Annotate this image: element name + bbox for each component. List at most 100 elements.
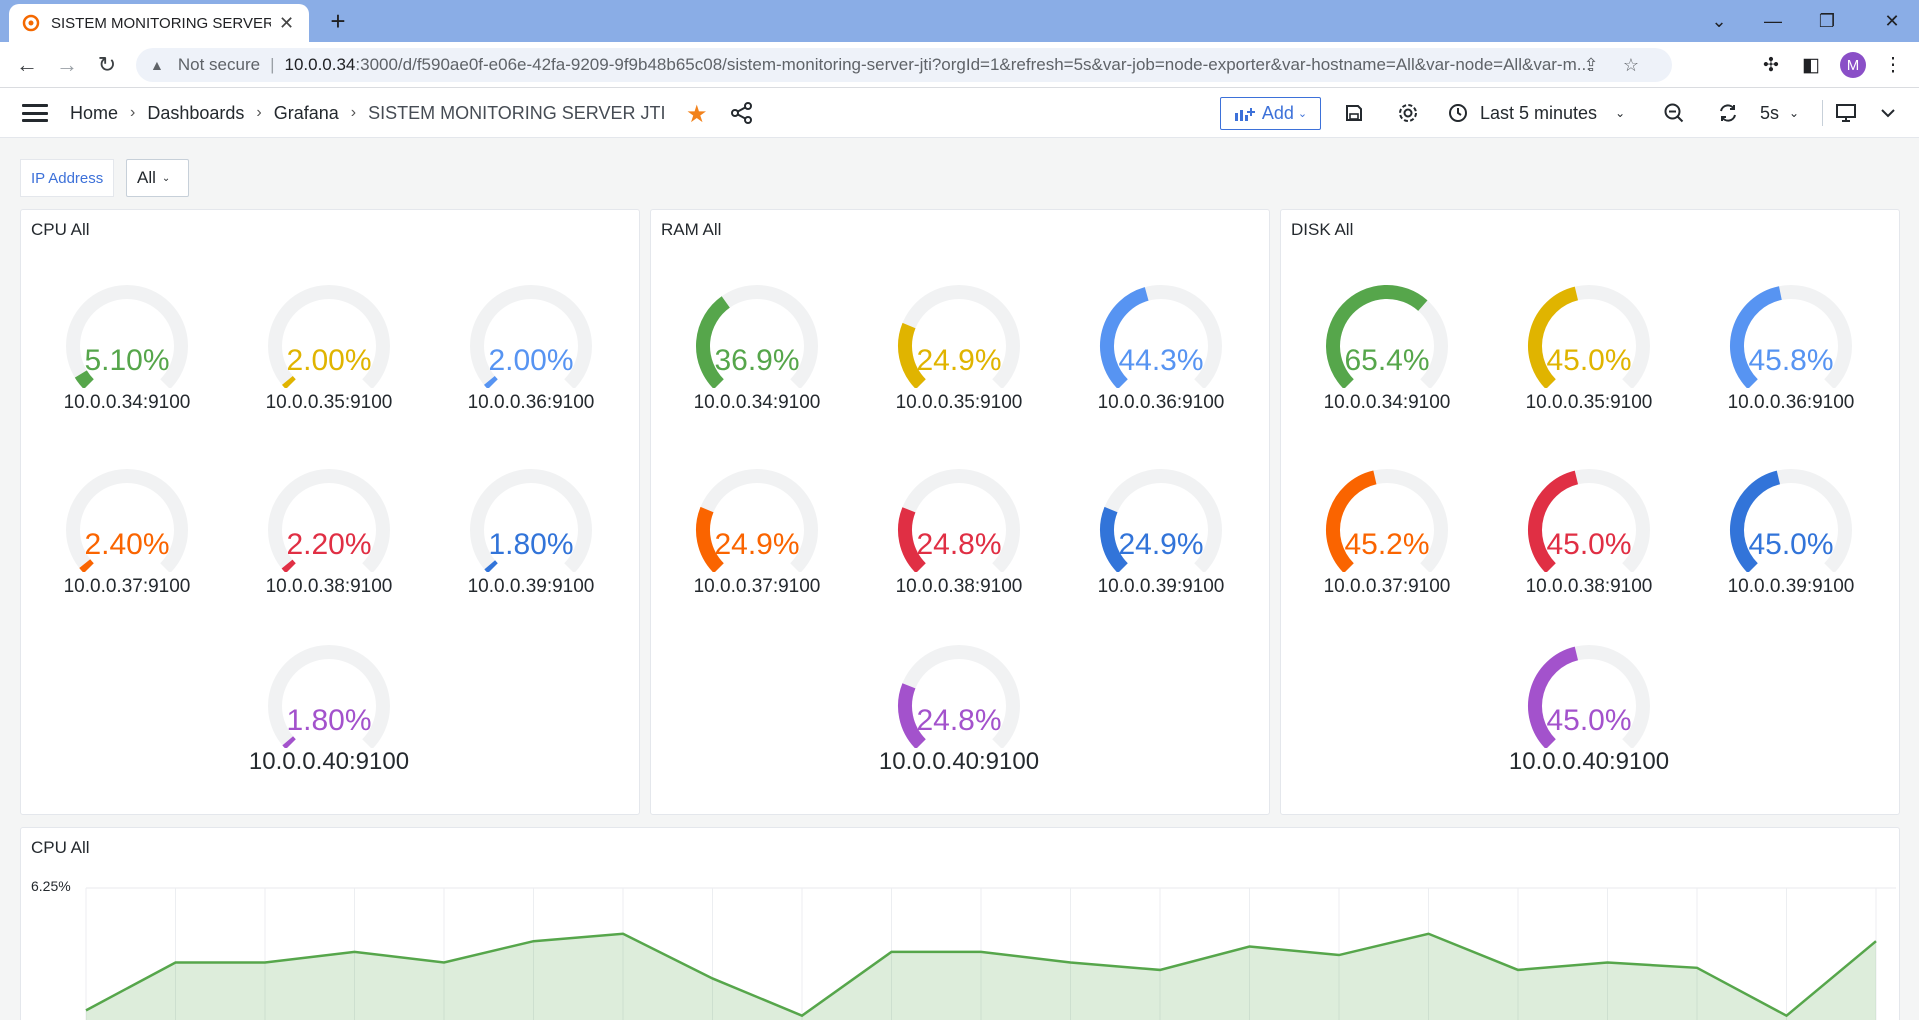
gauge-value: 45.2%: [1344, 528, 1430, 561]
menu-icon[interactable]: [22, 101, 48, 125]
panel-title: DISK All: [1291, 220, 1354, 239]
breadcrumb-grafana[interactable]: Grafana: [274, 103, 339, 124]
gauge-host-label: 10.0.0.37:9100: [693, 576, 821, 597]
new-tab-icon[interactable]: +: [322, 5, 354, 37]
reload-icon[interactable]: ↻: [92, 50, 122, 80]
gauge-cpu-5: 01002.20%10.0.0.38:9100: [228, 462, 430, 597]
share-page-icon[interactable]: ⇪: [1576, 48, 1606, 82]
gauge-disk-2: 010045.0%10.0.0.35:9100: [1488, 278, 1690, 413]
forward-icon[interactable]: →: [52, 50, 82, 80]
gauge-ram-3: 010044.3%10.0.0.36:9100: [1060, 278, 1262, 413]
bookmark-star-icon[interactable]: ☆: [1616, 48, 1646, 82]
gauge-value: 45.0%: [1748, 528, 1834, 561]
time-range-picker[interactable]: Last 5 minutes ⌄: [1448, 88, 1625, 138]
gauge-value: 2.00%: [488, 344, 574, 377]
gauge-host-label: 10.0.0.36:9100: [467, 392, 595, 413]
gauge-fill: [484, 560, 498, 572]
gauge-host-label: 10.0.0.38:9100: [1525, 576, 1653, 597]
tv-mode-icon[interactable]: [1832, 99, 1860, 127]
favorite-star-icon[interactable]: ★: [686, 100, 708, 129]
gauge-ram-6: 010024.9%10.0.0.39:9100: [1060, 462, 1262, 597]
gauge-host-label: 10.0.0.40:9100: [248, 748, 410, 775]
gauge-host-label: 10.0.0.39:9100: [1727, 576, 1855, 597]
address-bar[interactable]: ▲ Not secure | 10.0.0.34:3000/d/f590ae0f…: [136, 48, 1672, 82]
gauge-cpu-4: 01002.40%10.0.0.37:9100: [26, 462, 228, 597]
refresh-interval-select[interactable]: 5s ⌄: [1760, 88, 1799, 138]
gauge-host-label: 10.0.0.39:9100: [467, 576, 595, 597]
gauge-cpu-2: 01002.00%10.0.0.35:9100: [228, 278, 430, 413]
gauge-fill: [281, 559, 296, 572]
gauge-host-label: 10.0.0.38:9100: [265, 576, 393, 597]
gauge-ram-7: 010024.8%10.0.0.40:9100: [858, 638, 1060, 775]
add-button[interactable]: Add ⌄: [1220, 97, 1321, 130]
save-icon[interactable]: [1340, 99, 1368, 127]
extensions-icon[interactable]: ✣: [1756, 50, 1786, 80]
gauge-cpu-3: 01002.00%10.0.0.36:9100: [430, 278, 632, 413]
not-secure-label: Not secure: [177, 55, 261, 74]
ip-address-variable-select[interactable]: All ⌄: [126, 159, 189, 197]
gauge-host-label: 10.0.0.37:9100: [63, 576, 191, 597]
gauge-value: 45.0%: [1546, 344, 1632, 377]
back-icon[interactable]: ←: [12, 50, 42, 80]
ip-address-variable-label: IP Address: [20, 159, 115, 197]
cpu-gauge-panel: CPU All 01005.10%10.0.0.34:910001002.00%…: [20, 209, 640, 815]
profile-avatar[interactable]: M: [1840, 52, 1866, 78]
warning-icon[interactable]: ▲: [150, 57, 164, 73]
gauge-value: 44.3%: [1118, 344, 1204, 377]
sidepanel-icon[interactable]: ◧: [1796, 50, 1826, 80]
gauge-value: 45.8%: [1748, 344, 1834, 377]
ip-address-value: All: [137, 168, 156, 187]
browser-tab[interactable]: SISTEM MONITORING SERVER JTI ✕: [9, 4, 309, 42]
gauge-cpu-7: 01001.80%10.0.0.40:9100: [228, 638, 430, 775]
restore-icon[interactable]: ❐: [1800, 0, 1854, 42]
minimize-icon[interactable]: —: [1746, 0, 1800, 42]
gauge-host-label: 10.0.0.38:9100: [895, 576, 1023, 597]
gauge-host-label: 10.0.0.35:9100: [1525, 392, 1653, 413]
gauge-ram-5: 010024.8%10.0.0.38:9100: [858, 462, 1060, 597]
gauge-host-label: 10.0.0.35:9100: [895, 392, 1023, 413]
url-text: 10.0.0.34:3000/d/f590ae0f-e06e-42fa-9209…: [284, 55, 1591, 74]
window-close-icon[interactable]: ✕: [1865, 0, 1919, 42]
settings-gear-icon[interactable]: [1394, 99, 1422, 127]
chevron-down-icon: ⌄: [161, 172, 171, 184]
gauge-value: 24.9%: [1118, 528, 1204, 561]
panel-title: RAM All: [661, 220, 722, 239]
cpu-timeseries-panel: CPU All 6.25%: [20, 827, 1900, 1020]
gauge-host-label: 10.0.0.34:9100: [693, 392, 821, 413]
gauge-value: 45.0%: [1546, 704, 1632, 737]
gauge-value: 1.80%: [286, 704, 372, 737]
gauge-fill: [79, 559, 94, 572]
chevron-down-icon: ⌄: [1297, 108, 1308, 120]
gauge-value: 24.8%: [916, 704, 1002, 737]
breadcrumb-home[interactable]: Home: [70, 103, 118, 124]
refresh-icon[interactable]: [1714, 99, 1742, 127]
gauge-host-label: 10.0.0.36:9100: [1097, 392, 1225, 413]
gauge-ram-4: 010024.9%10.0.0.37:9100: [656, 462, 858, 597]
gauge-host-label: 10.0.0.35:9100: [265, 392, 393, 413]
gauge-host-label: 10.0.0.40:9100: [878, 748, 1040, 775]
tab-close-icon[interactable]: ✕: [279, 13, 294, 34]
share-icon[interactable]: [728, 99, 756, 127]
gauge-cpu-6: 01001.80%10.0.0.39:9100: [430, 462, 632, 597]
zoom-out-icon[interactable]: [1660, 99, 1688, 127]
tab-title: SISTEM MONITORING SERVER JTI: [51, 14, 271, 32]
chrome-menu-icon[interactable]: ⋮: [1878, 50, 1908, 80]
panel-title: CPU All: [31, 220, 90, 239]
add-panel-icon: [1234, 107, 1255, 121]
gauge-value: 45.0%: [1546, 528, 1632, 561]
gauge-fill: [281, 375, 296, 388]
collapse-chevron-icon[interactable]: [1874, 99, 1902, 127]
gauge-cpu-1: 01005.10%10.0.0.34:9100: [26, 278, 228, 413]
gauge-ram-1: 010036.9%10.0.0.34:9100: [656, 278, 858, 413]
gauge-value: 1.80%: [488, 528, 574, 561]
gauge-fill: [483, 375, 498, 388]
gauge-host-label: 10.0.0.34:9100: [63, 392, 191, 413]
gauge-value: 5.10%: [84, 344, 170, 377]
time-range-label: Last 5 minutes: [1480, 102, 1598, 123]
gauge-disk-6: 010045.0%10.0.0.39:9100: [1690, 462, 1892, 597]
gauge-disk-5: 010045.0%10.0.0.38:9100: [1488, 462, 1690, 597]
tab-search-icon[interactable]: ⌄: [1692, 0, 1746, 42]
gauge-value: 2.20%: [286, 528, 372, 561]
gauge-host-label: 10.0.0.36:9100: [1727, 392, 1855, 413]
breadcrumb-dashboards[interactable]: Dashboards: [147, 103, 244, 124]
